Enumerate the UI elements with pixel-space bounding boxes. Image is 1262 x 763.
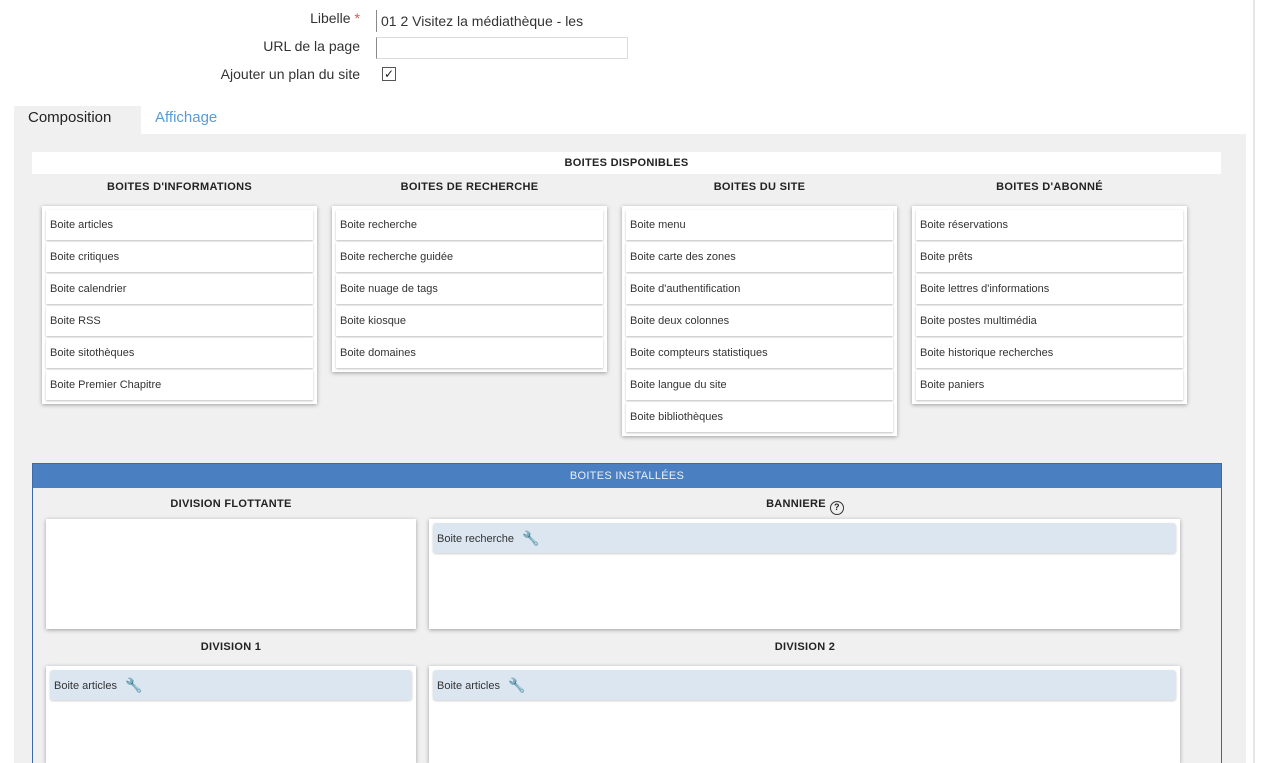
list-item[interactable]: Boite Premier Chapitre [46, 370, 313, 400]
column-title-informations: BOITES D'INFORMATIONS [107, 181, 252, 193]
list-item[interactable]: Boite kiosque [336, 306, 603, 336]
zone-title-banner: BANNIERE? [430, 497, 1180, 515]
wrench-icon[interactable]: 🔧 [125, 670, 142, 700]
libelle-row: Libelle * [0, 10, 360, 32]
list-item[interactable]: Boite critiques [46, 242, 313, 272]
site-box-list: Boite menu Boite carte des zones Boite d… [622, 206, 897, 436]
list-item[interactable]: Boite domaines [336, 338, 603, 368]
url-input[interactable] [376, 37, 628, 59]
banner-dropzone[interactable]: Boite recherche 🔧 [429, 519, 1180, 629]
placed-box-label: Boite recherche [437, 533, 515, 545]
url-row: URL de la page [0, 38, 360, 60]
list-item[interactable]: Boite sitothèques [46, 338, 313, 368]
libelle-label: Libelle * [310, 10, 360, 26]
placed-box-recherche[interactable]: Boite recherche 🔧 [433, 523, 1176, 553]
list-item[interactable]: Boite lettres d'informations [916, 274, 1183, 304]
banner-title-text: BANNIERE [766, 498, 826, 510]
tab-affichage[interactable]: Affichage [141, 106, 231, 134]
column-title-site: BOITES DU SITE [713, 181, 806, 193]
url-label: URL de la page [263, 38, 360, 54]
list-item[interactable]: Boite recherche guidée [336, 242, 603, 272]
checkbox-checked-icon: ✓ [383, 67, 395, 81]
wrench-icon[interactable]: 🔧 [508, 670, 525, 700]
column-title-abonne: BOITES D'ABONNÉ [996, 181, 1103, 193]
libelle-input[interactable] [376, 10, 636, 32]
list-item[interactable]: Boite langue du site [626, 370, 893, 400]
informations-box-list: Boite articles Boite critiques Boite cal… [42, 206, 317, 404]
column-title-recherche: BOITES DE RECHERCHE [400, 181, 539, 193]
list-item[interactable]: Boite bibliothèques [626, 402, 893, 432]
list-item[interactable]: Boite historique recherches [916, 338, 1183, 368]
list-item[interactable]: Boite recherche [336, 210, 603, 240]
list-item[interactable]: Boite menu [626, 210, 893, 240]
sitemap-row: Ajouter un plan du site [0, 66, 360, 88]
list-item[interactable]: Boite calendrier [46, 274, 313, 304]
placed-box-label: Boite articles [54, 680, 117, 692]
list-item[interactable]: Boite carte des zones [626, 242, 893, 272]
division2-dropzone[interactable]: Boite articles 🔧 [429, 666, 1180, 763]
list-item[interactable]: Boite compteurs statistiques [626, 338, 893, 368]
wrench-icon[interactable]: 🔧 [522, 523, 539, 553]
page-scroll-divider [1253, 0, 1255, 763]
required-marker: * [354, 10, 360, 26]
floating-division-dropzone[interactable] [46, 519, 416, 629]
help-icon[interactable]: ? [829, 501, 844, 515]
tab-composition[interactable]: Composition [14, 106, 141, 134]
recherche-box-list: Boite recherche Boite recherche guidée B… [332, 206, 607, 372]
list-item[interactable]: Boite articles [46, 210, 313, 240]
placed-box-articles[interactable]: Boite articles 🔧 [50, 670, 412, 700]
placed-box-articles[interactable]: Boite articles 🔧 [433, 670, 1176, 700]
zone-title-division1: DIVISION 1 [200, 641, 262, 653]
list-item[interactable]: Boite paniers [916, 370, 1183, 400]
sitemap-checkbox[interactable]: ✓ [382, 67, 396, 81]
zone-title-floating: DIVISION FLOTTANTE [170, 498, 292, 510]
available-boxes-title: BOITES DISPONIBLES [32, 152, 1221, 174]
installed-boxes-title: BOITES INSTALLÉES [33, 464, 1221, 488]
division1-dropzone[interactable]: Boite articles 🔧 [46, 666, 416, 763]
list-item[interactable]: Boite nuage de tags [336, 274, 603, 304]
list-item[interactable]: Boite postes multimédia [916, 306, 1183, 336]
zone-title-division2: DIVISION 2 [774, 641, 836, 653]
list-item[interactable]: Boite réservations [916, 210, 1183, 240]
list-item[interactable]: Boite deux colonnes [626, 306, 893, 336]
abonne-box-list: Boite réservations Boite prêts Boite let… [912, 206, 1187, 404]
placed-box-label: Boite articles [437, 680, 500, 692]
sitemap-label: Ajouter un plan du site [220, 66, 360, 82]
list-item[interactable]: Boite prêts [916, 242, 1183, 272]
list-item[interactable]: Boite RSS [46, 306, 313, 336]
list-item[interactable]: Boite d'authentification [626, 274, 893, 304]
